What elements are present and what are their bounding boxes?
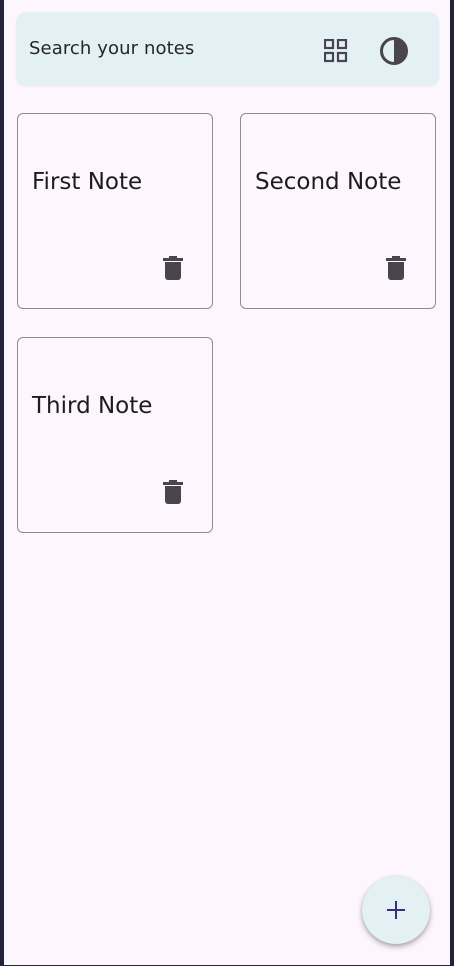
grid-view-icon bbox=[324, 39, 348, 63]
contrast-icon bbox=[380, 37, 408, 65]
note-title: Third Note bbox=[32, 393, 153, 419]
note-title: First Note bbox=[32, 169, 143, 195]
plus-icon bbox=[387, 901, 405, 919]
theme-toggle-button[interactable] bbox=[377, 34, 411, 68]
note-card[interactable]: First Note bbox=[17, 113, 213, 309]
delete-note-button[interactable] bbox=[158, 253, 188, 283]
trash-icon bbox=[163, 256, 183, 280]
grid-view-button[interactable] bbox=[319, 34, 353, 68]
trash-icon bbox=[163, 480, 183, 504]
delete-note-button[interactable] bbox=[158, 477, 188, 507]
notes-app-screen: Search your notes First Note Second Note… bbox=[4, 0, 450, 965]
add-note-button[interactable] bbox=[362, 876, 430, 944]
search-input[interactable]: Search your notes bbox=[29, 38, 194, 59]
note-card[interactable]: Third Note bbox=[17, 337, 213, 533]
search-bar[interactable]: Search your notes bbox=[16, 12, 439, 86]
delete-note-button[interactable] bbox=[381, 253, 411, 283]
trash-icon bbox=[386, 256, 406, 280]
note-title: Second Note bbox=[255, 169, 402, 195]
note-card[interactable]: Second Note bbox=[240, 113, 436, 309]
